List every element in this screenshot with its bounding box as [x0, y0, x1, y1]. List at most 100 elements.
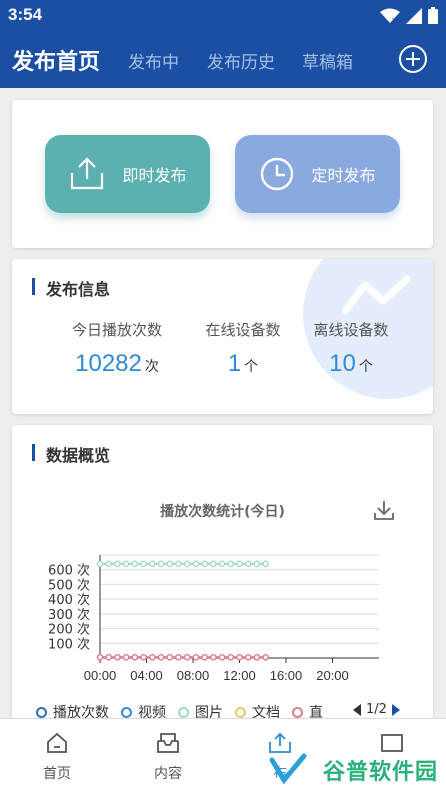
x-tick-label: 12:00: [223, 668, 256, 683]
legend-dot: [121, 706, 132, 718]
home-icon: [47, 732, 67, 753]
data-point: [131, 653, 139, 661]
data-point: [157, 560, 165, 568]
stat-value: 10282: [75, 350, 142, 377]
data-point: [114, 653, 121, 661]
data-point: [96, 653, 104, 661]
nav-item-content[interactable]: 内容: [128, 731, 208, 783]
wifi-icon: x: [380, 8, 400, 24]
data-point: [166, 560, 174, 568]
tab-drafts[interactable]: 草稿箱: [302, 48, 353, 73]
data-point: [140, 653, 147, 661]
battery-icon: [428, 7, 438, 24]
clock-icon: [261, 157, 294, 191]
stat-offline-devices: 离线设备数 10 个: [305, 319, 397, 378]
data-point: [210, 560, 217, 568]
stat-value: 10: [329, 350, 356, 377]
data-point: [157, 653, 165, 661]
download-icon[interactable]: [373, 499, 395, 521]
add-icon[interactable]: [398, 44, 428, 74]
stat-value: 1: [227, 350, 242, 377]
stat-unit: 个: [358, 359, 373, 375]
watermark: 谷普软件园: [262, 750, 442, 786]
legend-dot: [36, 706, 47, 718]
stat-unit: 次: [144, 359, 159, 375]
data-point: [114, 560, 121, 568]
x-tick-label: 20:00: [316, 668, 349, 683]
y-tick-label: 100 次: [48, 636, 90, 652]
stat-label: 今日播放次数: [71, 321, 162, 339]
data-point: [105, 560, 113, 568]
y-tick-label: 200 次: [48, 622, 90, 638]
data-point: [166, 653, 174, 661]
y-tick-label: 300 次: [48, 607, 90, 623]
stat-online-devices: 在线设备数 1个: [197, 319, 289, 378]
play-count-chart: 100 次200 次300 次400 次500 次600 次 00:00 04:00…: [48, 554, 379, 683]
stat-label: 在线设备数: [205, 321, 281, 339]
data-point: [149, 560, 156, 568]
data-point: [253, 653, 261, 661]
data-point: [175, 653, 182, 661]
data-point: [131, 560, 139, 568]
data-overview-card: 数据概览 播放次数统计(今日) 100 次 200 次 300 次 400 次 500 …: [12, 425, 433, 725]
publish-timed-button[interactable]: 定时发布: [235, 135, 400, 213]
data-point: [192, 653, 200, 661]
prev-page-icon[interactable]: [352, 703, 362, 717]
watermark-text: 谷普软件园: [322, 760, 438, 785]
legend-dot: [292, 706, 303, 718]
data-point: [218, 560, 226, 568]
x-tick-label: 04:00: [130, 668, 163, 683]
y-tick-label: 400 次: [48, 592, 90, 608]
stat-today-plays: 今日播放次数 10282 次: [62, 319, 172, 378]
chart-title: 播放次数统计(今日): [160, 504, 285, 520]
data-point: [262, 653, 269, 661]
data-point: [140, 560, 147, 568]
data-point: [236, 653, 243, 661]
stat-unit: 个: [244, 359, 259, 375]
publish-actions-card: 即时发布 定时发布: [12, 100, 433, 248]
data-point: [227, 653, 235, 661]
data-point: [122, 653, 130, 661]
data-point: [122, 560, 130, 568]
data-point: [96, 560, 104, 568]
data-point: [201, 653, 208, 661]
data-point: [253, 560, 261, 568]
data-point: [262, 560, 269, 568]
nav-label: 首页: [43, 766, 71, 782]
x-tick-label: 16:00: [270, 668, 303, 683]
share-upload-icon: [71, 157, 104, 190]
data-point: [201, 560, 208, 568]
publish-timed-label: 定时发布: [311, 166, 376, 185]
nav-label: 内容: [154, 766, 182, 782]
status-icons: x: [380, 7, 438, 24]
data-point: [210, 653, 217, 661]
stat-label: 离线设备数: [313, 321, 389, 339]
data-point: [183, 560, 191, 568]
publish-now-button[interactable]: 即时发布: [45, 135, 210, 213]
watermark-logo-icon: [269, 753, 307, 784]
publish-info-title: 发布信息: [32, 276, 110, 300]
legend-pager: 1/2: [352, 702, 401, 717]
tab-publishing[interactable]: 发布中: [128, 48, 179, 73]
legend-dot: [178, 706, 189, 718]
trend-icon: [341, 275, 411, 315]
y-tick-label: 600 次: [48, 563, 90, 579]
tab-publish-history[interactable]: 发布历史: [207, 48, 275, 73]
data-point: [149, 653, 156, 661]
app-bar: 发布首页 发布中 发布历史 草稿箱: [0, 32, 446, 88]
page-title: 发布首页: [12, 50, 101, 75]
publish-now-label: 即时发布: [122, 166, 187, 185]
data-point: [227, 560, 235, 568]
status-bar: 3:54 x: [0, 0, 446, 32]
x-tick-label: 08:00: [177, 668, 210, 683]
data-point: [236, 560, 243, 568]
legend-dot: [235, 706, 246, 718]
svg-text:x: x: [392, 17, 396, 24]
next-page-icon[interactable]: [391, 703, 401, 717]
publish-info-card: 发布信息 今日播放次数 10282 次 在线设备数 1个 离线设备数 10 个: [12, 259, 433, 414]
data-point: [192, 560, 200, 568]
y-tick-label: 500 次: [48, 577, 90, 593]
nav-item-home[interactable]: 首页: [17, 731, 97, 783]
signal-icon: [406, 7, 422, 24]
x-tick-label: 00:00: [84, 668, 117, 683]
